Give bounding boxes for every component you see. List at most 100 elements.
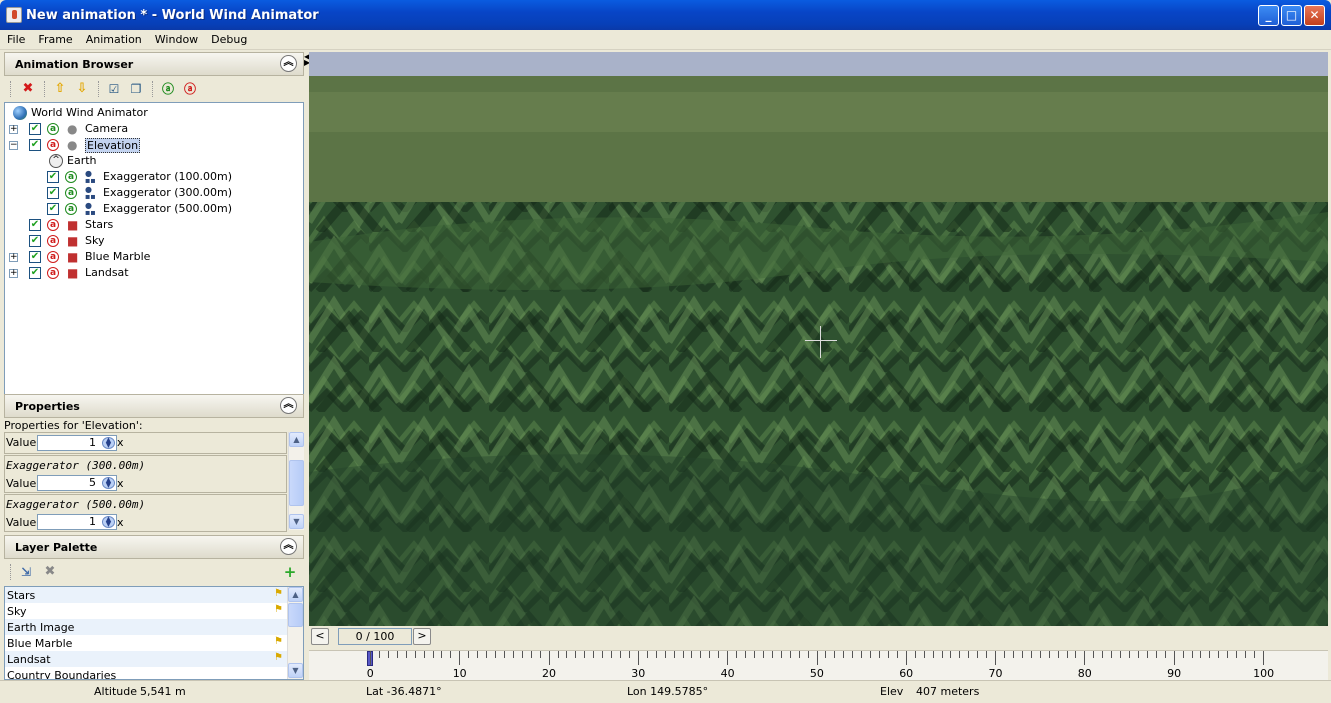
next-frame-button[interactable]: >	[413, 628, 431, 645]
remove-layer-icon[interactable]: ✖	[42, 564, 58, 580]
scroll-up-icon[interactable]: ▲	[288, 587, 303, 602]
not-animated-icon[interactable]: a	[47, 219, 59, 231]
checkbox[interactable]: ✔	[29, 219, 41, 231]
collapse-node-icon[interactable]: −	[9, 141, 18, 150]
tree-item-sky[interactable]: ✔ a ■ Sky	[9, 233, 209, 249]
scroll-up-icon[interactable]: ▲	[289, 432, 304, 447]
not-animated-icon[interactable]: a	[47, 251, 59, 263]
spinner-arrows-icon[interactable]: ▲ ▼	[102, 437, 115, 449]
list-item[interactable]: Blue Marble ⚑	[5, 635, 288, 651]
layer-palette-header[interactable]: Layer Palette ︽	[4, 535, 304, 559]
menu-animation[interactable]: Animation	[79, 30, 148, 46]
properties-header[interactable]: Properties ︽	[4, 394, 304, 418]
tree-item-camera[interactable]: + ✔ a ● Camera	[9, 121, 209, 137]
checkbox[interactable]: ✔	[29, 123, 41, 135]
animation-tree[interactable]: World Wind Animator + ✔ a ● Camera − ✔ a…	[4, 102, 304, 440]
animated-icon[interactable]: a	[65, 203, 77, 215]
tree-item-landsat[interactable]: + ✔ a ■ Landsat	[9, 265, 209, 281]
ruler-tick	[1048, 651, 1050, 658]
scroll-thumb[interactable]	[289, 460, 304, 506]
expand-icon[interactable]: +	[9, 125, 18, 134]
tree-item-blue-marble[interactable]: + ✔ a ■ Blue Marble	[9, 249, 209, 265]
checkbox[interactable]: ✔	[47, 187, 59, 199]
properties-scrollbar[interactable]: ▲ ▼	[288, 432, 304, 530]
checkbox[interactable]: ✔	[29, 139, 41, 151]
frame-counter[interactable]: 0 / 100	[338, 628, 412, 645]
layer-name: Country Boundaries	[7, 669, 117, 679]
maximize-button[interactable]: □	[1281, 5, 1302, 26]
add-layer-icon[interactable]: +	[282, 564, 298, 580]
menu-window[interactable]: Window	[148, 30, 204, 46]
scroll-down-icon[interactable]: ▼	[289, 514, 304, 529]
value-spinner[interactable]: 1 ▲ ▼	[37, 435, 117, 451]
menu-frame[interactable]: Frame	[31, 30, 78, 46]
list-item[interactable]: Landsat ⚑	[5, 651, 288, 667]
ruler-tick	[450, 651, 452, 658]
tree-item-stars[interactable]: ✔ a ■ Stars	[9, 217, 209, 233]
uncheck-all-icon[interactable]: ❐	[128, 81, 144, 97]
value-label: Value:	[6, 516, 40, 529]
ruler-tick	[950, 651, 952, 658]
layer-palette-list[interactable]: Stars ⚑ Sky ⚑ Earth Image Blue Marble ⚑ Lan…	[4, 586, 304, 680]
tree-item-exaggerator-100[interactable]: ✔ a ● ▪▪ Exaggerator (100.00m)	[47, 169, 267, 185]
scroll-thumb[interactable]	[288, 603, 303, 627]
collapse-icon[interactable]: ︽	[280, 397, 297, 414]
value-spinner[interactable]: 1 ▲ ▼	[37, 514, 117, 530]
tree-item-earth[interactable]: ^ Earth	[49, 153, 249, 169]
move-up-icon[interactable]: ⇧	[52, 81, 68, 97]
checkbox[interactable]: ✔	[47, 171, 59, 183]
tree-item-exaggerator-500[interactable]: ✔ a ● ▪▪ Exaggerator (500.00m)	[47, 201, 267, 217]
checkbox[interactable]: ✔	[29, 251, 41, 263]
menu-debug[interactable]: Debug	[204, 30, 253, 46]
spinner-arrows-icon[interactable]: ▲ ▼	[102, 477, 115, 489]
ruler-tick	[789, 651, 791, 658]
altitude-label: Altitude	[94, 685, 137, 698]
menu-file[interactable]: File	[0, 30, 31, 46]
previous-frame-button[interactable]: <	[311, 628, 329, 645]
animate-off-icon[interactable]: ⓐ	[182, 81, 198, 97]
not-animated-icon[interactable]: a	[47, 139, 59, 151]
spinner-arrows-icon[interactable]: ▲ ▼	[102, 516, 115, 528]
move-down-icon[interactable]: ⇩	[74, 81, 90, 97]
animation-browser-header[interactable]: Animation Browser ︽	[4, 52, 304, 76]
animated-icon[interactable]: a	[65, 187, 77, 199]
expand-icon[interactable]: +	[9, 269, 18, 278]
ruler-tick	[396, 651, 398, 658]
list-item[interactable]: Stars ⚑	[5, 587, 288, 603]
collapse-icon[interactable]: ︽	[280, 538, 297, 555]
properties-title: Properties	[15, 400, 80, 413]
timeline-ruler[interactable]: 0 10 20 30 40 50 60 70 80 90 100	[309, 650, 1328, 680]
not-animated-icon[interactable]: a	[47, 235, 59, 247]
property-group-name: Exaggerator (500.00m)	[6, 498, 146, 511]
value-spinner[interactable]: 5 ▲ ▼	[37, 475, 117, 491]
list-item[interactable]: Country Boundaries	[5, 667, 288, 679]
checkbox[interactable]: ✔	[47, 203, 59, 215]
checkbox[interactable]: ✔	[29, 235, 41, 247]
title-bar[interactable]: New animation * - World Wind Animator _ …	[0, 0, 1331, 30]
ruler-tick	[1012, 651, 1014, 658]
ruler-tick	[557, 651, 559, 658]
list-item[interactable]: Sky ⚑	[5, 603, 288, 619]
layer-palette-scrollbar[interactable]: ▲ ▼	[287, 587, 303, 679]
delete-icon[interactable]: ✖	[20, 81, 36, 97]
scroll-down-icon[interactable]: ▼	[288, 663, 303, 678]
not-animated-icon[interactable]: a	[47, 267, 59, 279]
tree-item-exaggerator-300[interactable]: ✔ a ● ▪▪ Exaggerator (300.00m)	[47, 185, 267, 201]
check-all-icon[interactable]: ☑	[106, 81, 122, 97]
animate-on-icon[interactable]: ⓐ	[160, 81, 176, 97]
animated-icon[interactable]: a	[47, 123, 59, 135]
globe-viewport[interactable]	[309, 52, 1328, 626]
close-button[interactable]: ✕	[1304, 5, 1325, 26]
ruler-tick	[664, 651, 666, 658]
app-icon[interactable]	[6, 7, 22, 23]
checkbox[interactable]: ✔	[29, 267, 41, 279]
ruler-tick	[700, 651, 702, 658]
tree-item-elevation[interactable]: − ✔ a ● Elevation	[9, 137, 209, 153]
collapse-icon[interactable]: ︽	[280, 55, 297, 72]
animated-icon[interactable]: a	[65, 171, 77, 183]
import-layer-icon[interactable]: ⇲	[18, 564, 34, 580]
minimize-button[interactable]: _	[1258, 5, 1279, 26]
ruler-tick	[905, 651, 907, 665]
list-item[interactable]: Earth Image	[5, 619, 288, 635]
expand-icon[interactable]: +	[9, 253, 18, 262]
